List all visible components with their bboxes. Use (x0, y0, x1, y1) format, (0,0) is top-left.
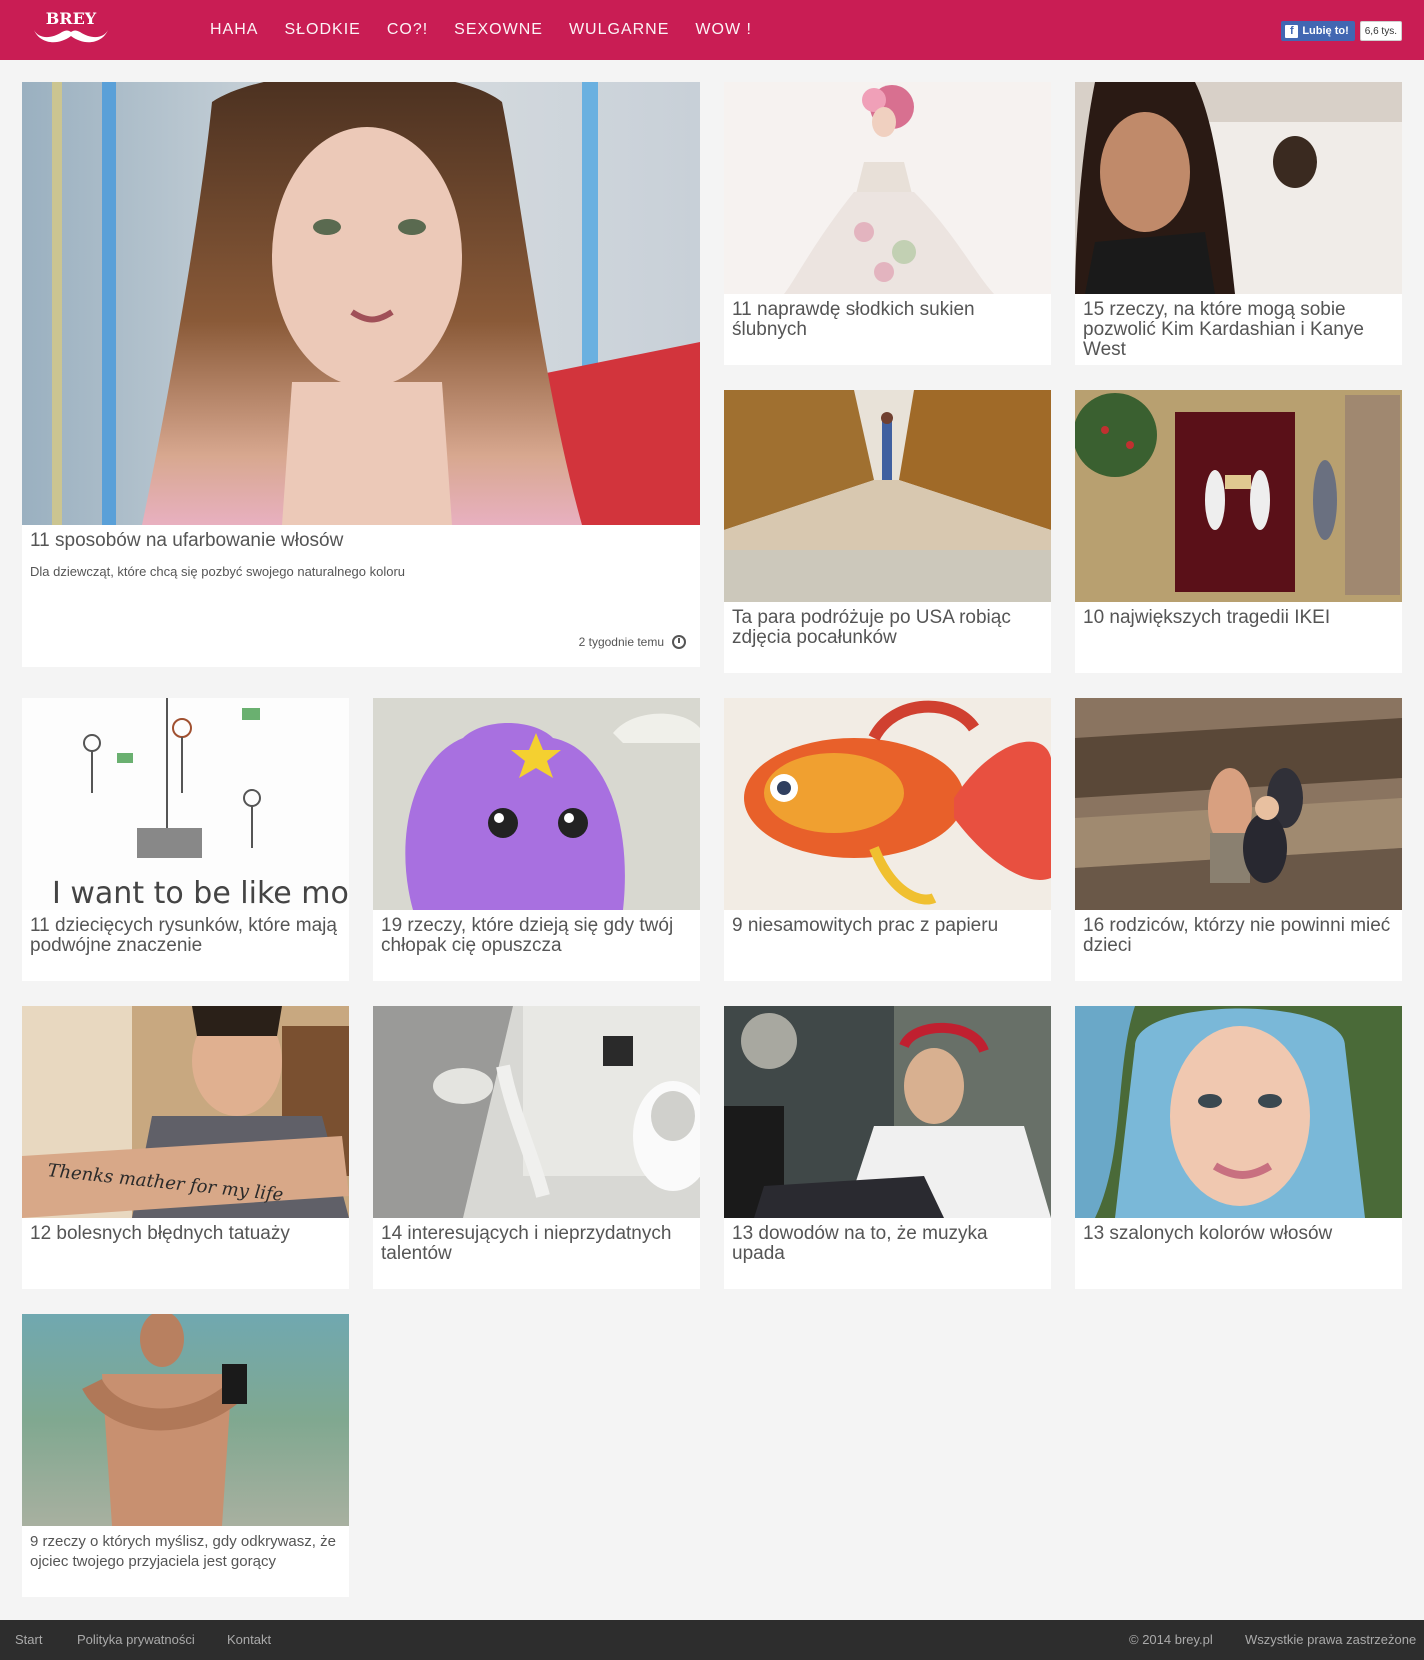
article-image[interactable] (724, 1006, 1051, 1218)
footer-link-start[interactable]: Start (15, 1632, 42, 1647)
facebook-like-count: 6,6 tys. (1359, 21, 1402, 41)
article-image[interactable] (1075, 698, 1402, 910)
article-image[interactable] (22, 1314, 349, 1526)
drawing-caption-text: I want to be like mommy (52, 876, 349, 910)
article-card[interactable]: 16 rodziców, którzy nie powinni mieć dzi… (1075, 698, 1402, 981)
clock-icon (672, 635, 686, 649)
article-title[interactable]: 15 rzeczy, na które mogą sobie pozwolić … (1083, 300, 1394, 360)
featured-article-time-label: 2 tygodnie temu (578, 635, 664, 649)
article-card[interactable]: Ta para podróżuje po USA robiąc zdjęcia … (724, 390, 1051, 673)
nav-haha[interactable]: HAHA (210, 21, 258, 39)
article-title[interactable]: 19 rzeczy, które dzieją się gdy twój chł… (381, 916, 692, 956)
article-title[interactable]: 16 rodziców, którzy nie powinni mieć dzi… (1083, 916, 1394, 956)
article-title[interactable]: 12 bolesnych błędnych tatuaży (30, 1224, 341, 1244)
featured-article-time: 2 tygodnie temu (579, 635, 686, 649)
article-card[interactable]: 9 rzeczy o których myślisz, gdy odkrywas… (22, 1314, 349, 1597)
article-image[interactable]: I want to be like mommy (22, 698, 349, 910)
featured-article-title[interactable]: 11 sposobów na ufarbowanie włosów (30, 531, 692, 551)
brey-logo[interactable]: BREY (28, 8, 114, 50)
article-title[interactable]: 14 interesujących i nieprzydatnych talen… (381, 1224, 692, 1264)
article-image[interactable] (1075, 82, 1402, 294)
article-title[interactable]: 9 niesamowitych prac z papieru (732, 916, 1043, 936)
footer: Start Polityka prywatności Kontakt © 201… (0, 1620, 1424, 1660)
footer-link-privacy[interactable]: Polityka prywatności (77, 1632, 195, 1647)
featured-article-card[interactable]: 11 sposobów na ufarbowanie włosów Dla dz… (22, 82, 700, 667)
article-image[interactable] (1075, 1006, 1402, 1218)
top-navigation-bar: BREY HAHA SŁODKIE CO?! SEXOWNE WULGARNE … (0, 0, 1424, 60)
article-card[interactable]: 15 rzeczy, na które mogą sobie pozwolić … (1075, 82, 1402, 365)
article-image[interactable] (1075, 390, 1402, 602)
nav-sexowne[interactable]: SEXOWNE (454, 21, 543, 39)
article-card[interactable]: 14 interesujących i nieprzydatnych talen… (373, 1006, 700, 1289)
article-image[interactable] (724, 698, 1051, 910)
article-image[interactable]: Thenks mather for my life (22, 1006, 349, 1218)
footer-rights: Wszystkie prawa zastrzeżone (1245, 1632, 1417, 1647)
facebook-like-label: Lubię to! (1302, 25, 1349, 37)
featured-article-description: Dla dziewcząt, które chcą się pozbyć swo… (30, 564, 406, 579)
footer-link-contact[interactable]: Kontakt (227, 1632, 271, 1647)
footer-copyright: © 2014 brey.pl (1129, 1632, 1213, 1647)
logo-text: BREY (46, 9, 97, 28)
facebook-like-button[interactable]: f Lubię to! (1281, 21, 1355, 41)
article-title[interactable]: Ta para podróżuje po USA robiąc zdjęcia … (732, 608, 1043, 648)
article-image[interactable] (373, 1006, 700, 1218)
nav-slodkie[interactable]: SŁODKIE (284, 21, 360, 39)
article-card[interactable]: Thenks mather for my life 12 bolesnych b… (22, 1006, 349, 1289)
article-card[interactable]: 13 dowodów na to, że muzyka upada (724, 1006, 1051, 1289)
article-card[interactable]: 19 rzeczy, które dzieją się gdy twój chł… (373, 698, 700, 981)
article-title[interactable]: 10 największych tragedii IKEI (1083, 608, 1394, 628)
nav-wulgarne[interactable]: WULGARNE (569, 21, 669, 39)
mustache-icon (34, 30, 108, 43)
nav-co[interactable]: CO?! (387, 21, 428, 39)
article-card[interactable]: 11 naprawdę słodkich sukien ślubnych (724, 82, 1051, 365)
article-title[interactable]: 11 naprawdę słodkich sukien ślubnych (732, 300, 1043, 340)
facebook-like-widget: f Lubię to! 6,6 tys. (1281, 21, 1402, 41)
nav-wow[interactable]: WOW ! (695, 21, 752, 39)
article-card[interactable]: I want to be like mommy 11 dziecięcych r… (22, 698, 349, 981)
article-title[interactable]: 13 dowodów na to, że muzyka upada (732, 1224, 1043, 1264)
featured-article-image[interactable] (22, 82, 700, 525)
main-nav: HAHA SŁODKIE CO?! SEXOWNE WULGARNE WOW ! (210, 0, 778, 60)
article-card[interactable]: 10 największych tragedii IKEI (1075, 390, 1402, 673)
article-card[interactable]: 9 niesamowitych prac z papieru (724, 698, 1051, 981)
facebook-icon: f (1285, 24, 1299, 38)
article-image[interactable] (373, 698, 700, 910)
article-image[interactable] (724, 82, 1051, 294)
article-title[interactable]: 11 dziecięcych rysunków, które mają podw… (30, 916, 341, 956)
article-title[interactable]: 9 rzeczy o których myślisz, gdy odkrywas… (30, 1532, 341, 1572)
article-title[interactable]: 13 szalonych kolorów włosów (1083, 1224, 1394, 1244)
article-image[interactable] (724, 390, 1051, 602)
article-card[interactable]: 13 szalonych kolorów włosów (1075, 1006, 1402, 1289)
